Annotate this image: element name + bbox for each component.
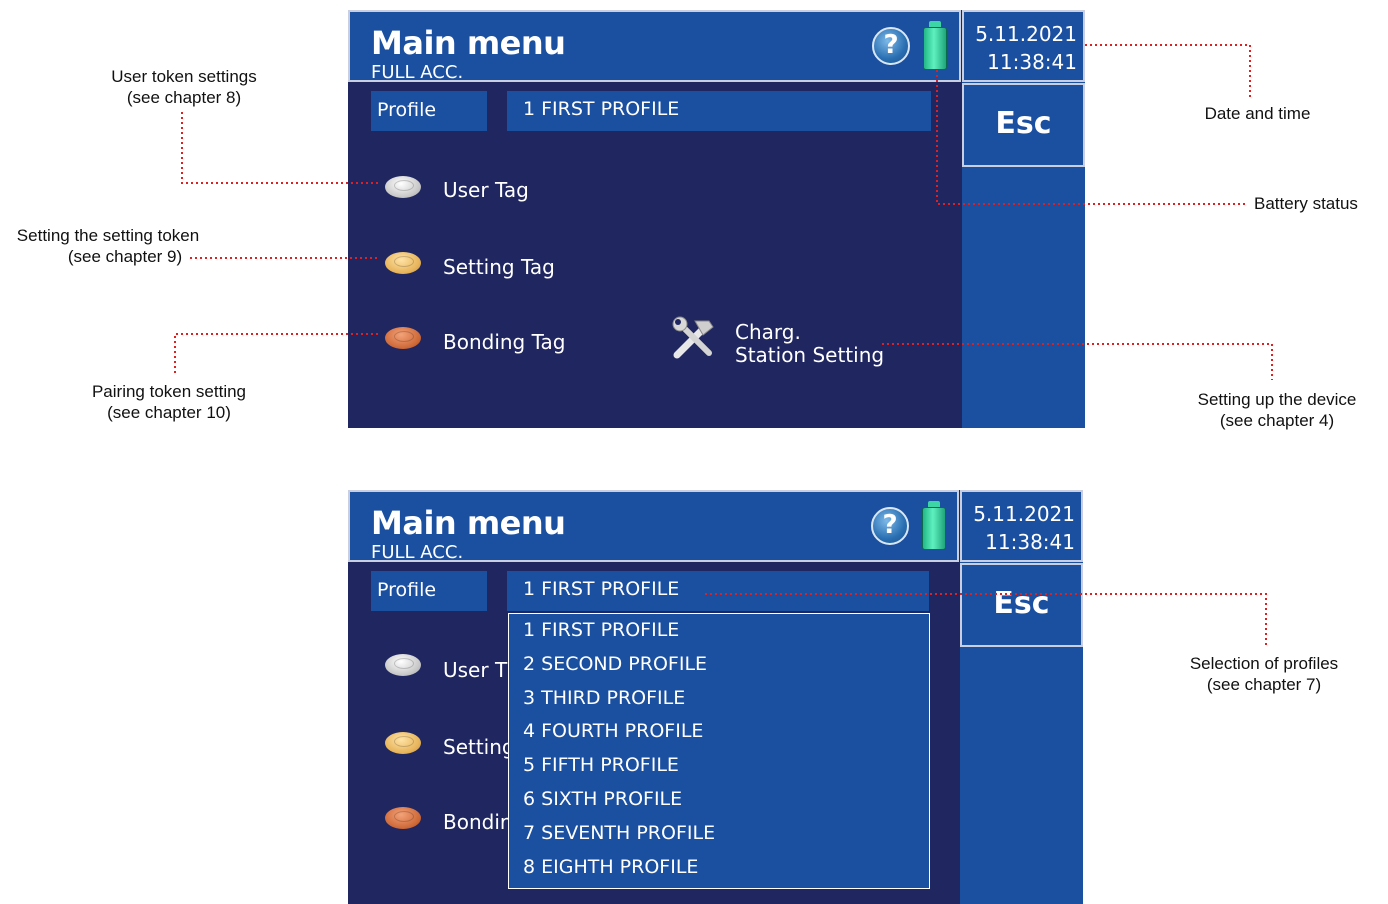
leader-date-time (1085, 44, 1251, 98)
callout-user-token: User token settings (see chapter 8) (111, 67, 257, 107)
leader-device-setup (882, 343, 1273, 380)
callout-leader-lines (174, 44, 1273, 645)
leader-pairing-token (174, 333, 380, 373)
leader-user-token (181, 112, 380, 184)
callout-setting-token: Setting the setting token (see chapter 9… (16, 226, 200, 266)
callout-profiles: Selection of profiles (see chapter 7) (1189, 654, 1339, 694)
callout-device-setup: Setting up the device (see chapter 4) (1197, 390, 1357, 430)
callout-pairing-token: Pairing token setting (see chapter 10) (91, 382, 247, 422)
callout-date-time: Date and time (1204, 104, 1311, 123)
leader-profiles (705, 593, 1267, 645)
leader-battery (936, 70, 1248, 205)
callout-battery: Battery status (1254, 194, 1358, 213)
